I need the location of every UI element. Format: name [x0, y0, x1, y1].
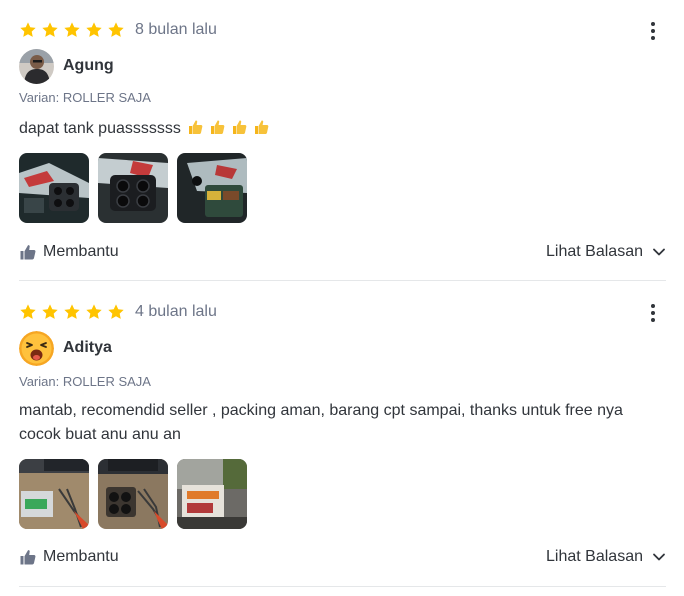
kebab-dot: [651, 318, 655, 322]
thumbs-up-emoji-icon: [188, 120, 203, 134]
star-icon: [86, 22, 102, 37]
star-icon: [86, 304, 102, 319]
review-text: dapat tank puasssssss: [19, 117, 659, 141]
kebab-dot: [651, 311, 655, 315]
review-photo[interactable]: [177, 459, 247, 529]
review-header: 8 bulan lalu: [19, 18, 666, 42]
view-replies-label: Lihat Balasan: [546, 548, 643, 565]
star-icon: [42, 22, 58, 37]
star-icon: [108, 22, 124, 37]
chevron-down-icon: [653, 553, 665, 561]
avatar: [19, 48, 54, 84]
review-footer: Membantu Lihat Balasan: [19, 545, 666, 569]
review-list: 8 bulan lalu Agung Varian: ROLLER SAJA d…: [0, 0, 684, 596]
star-icon: [108, 304, 124, 319]
chevron-down-icon: [653, 248, 665, 256]
reviewer: Aditya: [19, 330, 112, 366]
review-text-content: dapat tank puasssssss: [19, 120, 181, 137]
avatar: [19, 330, 54, 366]
view-replies-label: Lihat Balasan: [546, 243, 643, 260]
review-divider: [19, 586, 666, 587]
review-photos: [19, 459, 247, 529]
star-rating: [19, 303, 125, 321]
star-icon: [20, 22, 36, 37]
review-photo[interactable]: [177, 153, 247, 223]
review-photo[interactable]: [98, 459, 168, 529]
more-options-button[interactable]: [646, 20, 660, 42]
reviewer-name[interactable]: Aditya: [63, 339, 112, 357]
view-replies-button[interactable]: Lihat Balasan: [546, 548, 666, 566]
star-icon: [42, 304, 58, 319]
review-photo[interactable]: [98, 153, 168, 223]
review-photo[interactable]: [19, 459, 89, 529]
thumbs-up-emoji-icon: [254, 120, 269, 134]
kebab-dot: [651, 29, 655, 33]
review-time: 4 bulan lalu: [135, 303, 217, 320]
review-header: 4 bulan lalu: [19, 300, 666, 324]
view-replies-button[interactable]: Lihat Balasan: [546, 243, 666, 261]
star-icon: [64, 22, 80, 37]
helpful-label: Membantu: [43, 548, 119, 565]
variant-label: Varian: ROLLER SAJA: [19, 90, 151, 105]
helpful-label: Membantu: [43, 243, 119, 260]
kebab-dot: [651, 304, 655, 308]
review-footer: Membantu Lihat Balasan: [19, 240, 666, 264]
star-icon: [64, 304, 80, 319]
helpful-button[interactable]: Membantu: [19, 243, 119, 261]
kebab-dot: [651, 36, 655, 40]
thumbs-up-emoji-icon: [232, 120, 247, 134]
review-card: 8 bulan lalu Agung Varian: ROLLER SAJA d…: [19, 18, 666, 281]
review-photo[interactable]: [19, 153, 89, 223]
thumbs-up-emoji-icon: [210, 120, 225, 134]
reviewer-name[interactable]: Agung: [63, 57, 114, 75]
more-options-button[interactable]: [646, 302, 660, 324]
review-time: 8 bulan lalu: [135, 21, 217, 38]
star-rating: [19, 21, 125, 39]
thumbs-up-icon: [20, 550, 36, 565]
variant-label: Varian: ROLLER SAJA: [19, 374, 151, 389]
review-text: mantab, recomendid seller , packing aman…: [19, 402, 623, 443]
review-divider: [19, 280, 666, 281]
helpful-button[interactable]: Membantu: [19, 548, 119, 566]
star-icon: [20, 304, 36, 319]
kebab-dot: [651, 22, 655, 26]
reviewer: Agung: [19, 48, 114, 84]
review-photos: [19, 153, 247, 223]
review-card: 4 bulan lalu Aditya Varian: ROLLER SAJA …: [19, 300, 666, 587]
thumbs-up-icon: [20, 245, 36, 260]
